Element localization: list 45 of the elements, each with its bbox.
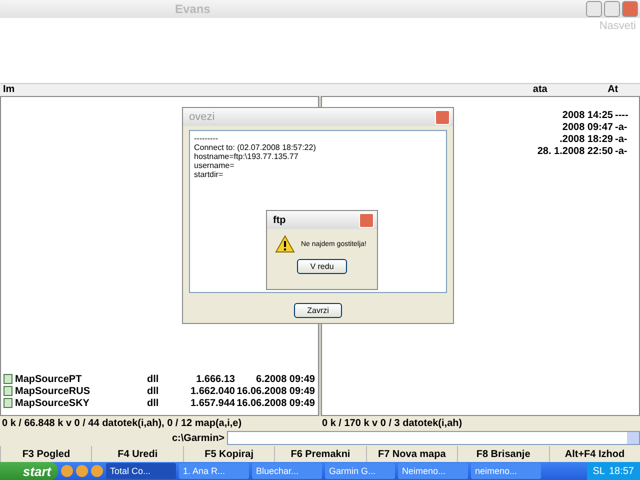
file-name[interactable]: MapSourceRUS xyxy=(15,386,147,396)
quick-launch-icon[interactable] xyxy=(61,465,73,477)
file-date: 6.2008 09:49 xyxy=(255,374,315,384)
file-attributes: -a- xyxy=(614,122,628,132)
file-date: 16.06.2008 09:49 xyxy=(236,398,315,408)
minimize-button[interactable] xyxy=(586,1,602,17)
file-date: 2008 14:25 xyxy=(561,110,613,120)
file-date: .2008 18:29 xyxy=(558,134,613,144)
quick-launch-icon[interactable] xyxy=(91,465,103,477)
log-line: --------- xyxy=(194,134,219,143)
log-line: hostname=ftp:\193.77.135.77 xyxy=(194,152,300,161)
file-extension: dll xyxy=(147,374,160,384)
dialog-title: ftp xyxy=(273,214,286,226)
file-date: 28. 1.2008 22:50 xyxy=(536,146,613,156)
clock: 18:57 xyxy=(608,466,634,476)
command-input-field[interactable] xyxy=(226,431,640,445)
column-header[interactable]: At xyxy=(604,84,640,96)
quick-launch-icon[interactable] xyxy=(76,465,88,477)
log-line: Connect to: (02.07.2008 18:57:22) xyxy=(194,143,317,152)
file-extension: dll xyxy=(147,386,160,396)
file-attributes: ---- xyxy=(614,110,630,120)
maximize-button[interactable] xyxy=(604,1,620,17)
file-date: 2008 09:47 xyxy=(561,122,613,132)
file-date: 16.06.2008 09:49 xyxy=(236,386,315,396)
file-size: 1.662.040 xyxy=(190,386,235,396)
file-name[interactable]: MapSourcePT xyxy=(15,374,147,384)
close-button[interactable] xyxy=(622,1,638,17)
column-header[interactable]: Im xyxy=(0,84,530,96)
file-attributes: -a- xyxy=(614,146,628,156)
status-text: 0 k / 170 k v 0 / 3 datotek(i,ah) xyxy=(321,418,464,428)
file-attributes: -a- xyxy=(614,134,628,144)
taskbar-button[interactable]: Total Co... xyxy=(106,463,176,479)
log-line: username= xyxy=(194,161,236,170)
file-extension: dll xyxy=(147,398,160,408)
log-line: startdir= xyxy=(194,170,224,179)
file-name[interactable]: MapSourceSKY xyxy=(15,398,147,408)
file-size: 1.666.13 xyxy=(195,374,235,384)
close-dialog-button[interactable]: Zavrzi xyxy=(294,302,342,318)
file-size: 1.657.944 xyxy=(190,398,235,408)
ok-button[interactable]: V redu xyxy=(297,259,347,274)
command-prompt: c:\Garmin> xyxy=(172,432,225,444)
status-text: 0 k / 66.848 k v 0 / 44 datotek(i,ah), 0 / 12 map(a,i,e) xyxy=(1,418,243,428)
dialog-title: ovezi xyxy=(189,111,215,123)
warning-icon xyxy=(275,235,295,253)
column-header[interactable]: ata xyxy=(530,84,605,96)
